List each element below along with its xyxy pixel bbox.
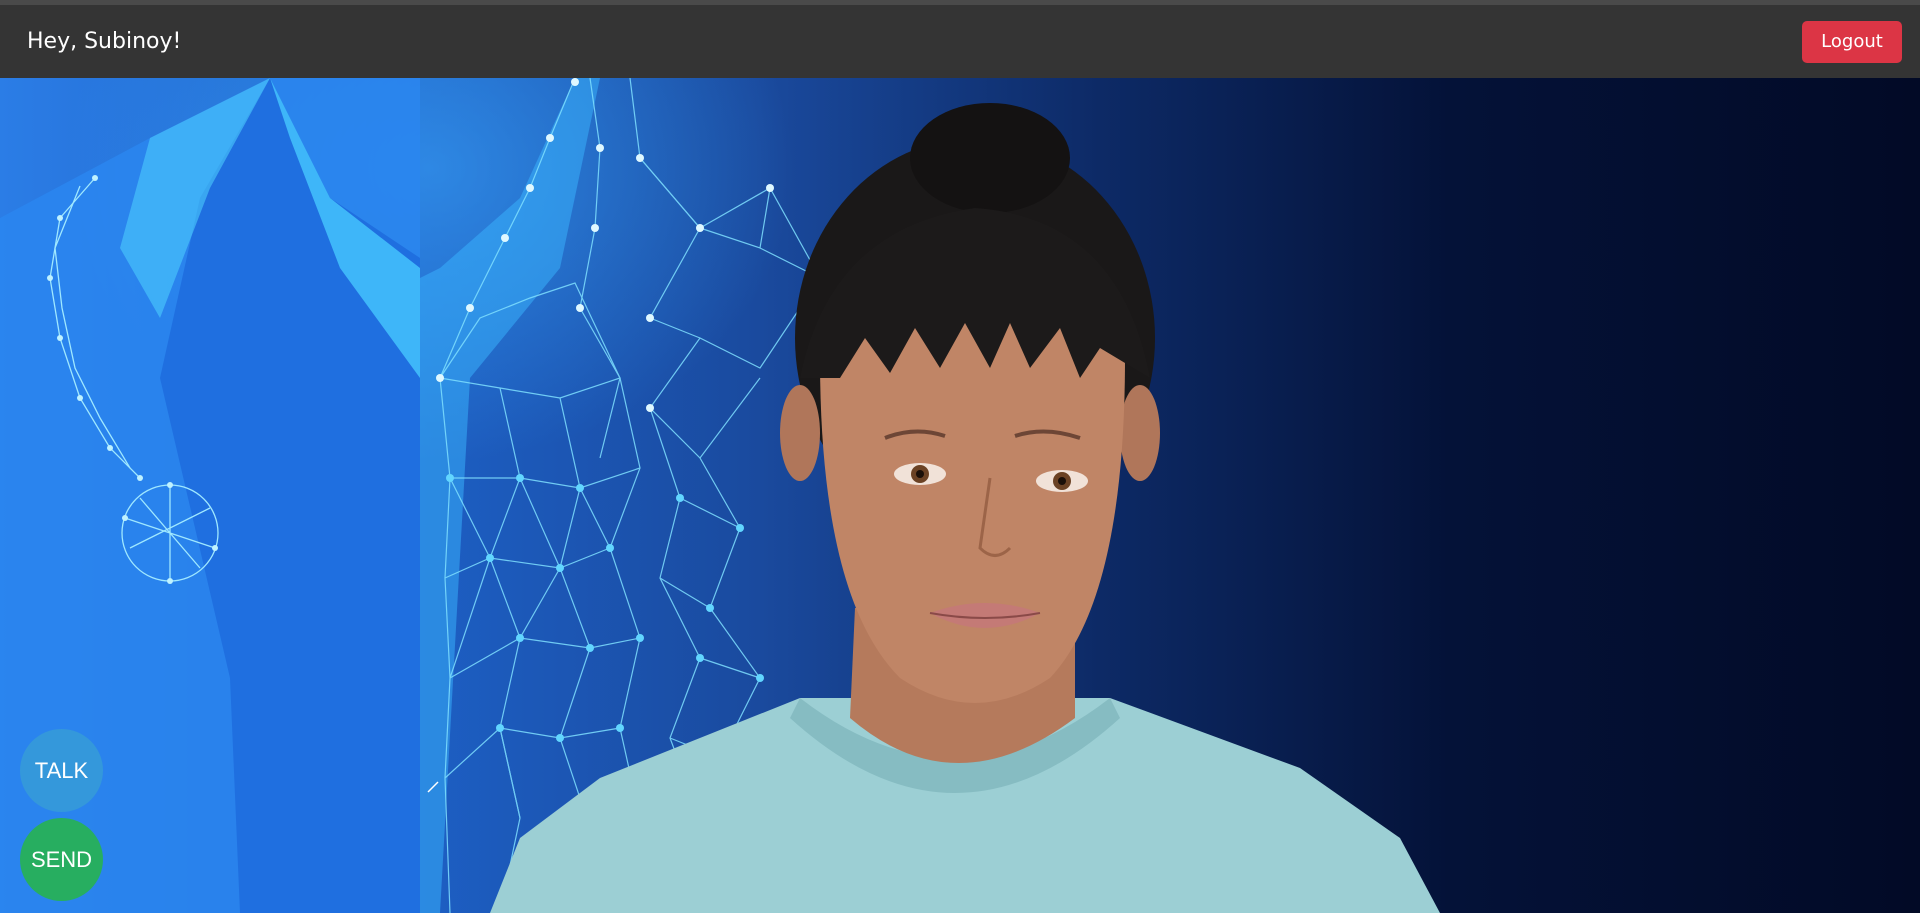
avatar-scene: TALK SEND xyxy=(0,78,1920,913)
top-bar: Hey, Subinoy! Logout xyxy=(0,5,1920,78)
avatar-figure xyxy=(490,103,1440,913)
talk-button[interactable]: TALK xyxy=(20,729,103,812)
logout-button[interactable]: Logout xyxy=(1802,20,1902,63)
background-illustration xyxy=(0,78,1440,913)
greeting-text: Hey, Subinoy! xyxy=(27,29,182,54)
send-button[interactable]: SEND xyxy=(20,818,103,901)
wireframe-nodes xyxy=(436,78,774,742)
